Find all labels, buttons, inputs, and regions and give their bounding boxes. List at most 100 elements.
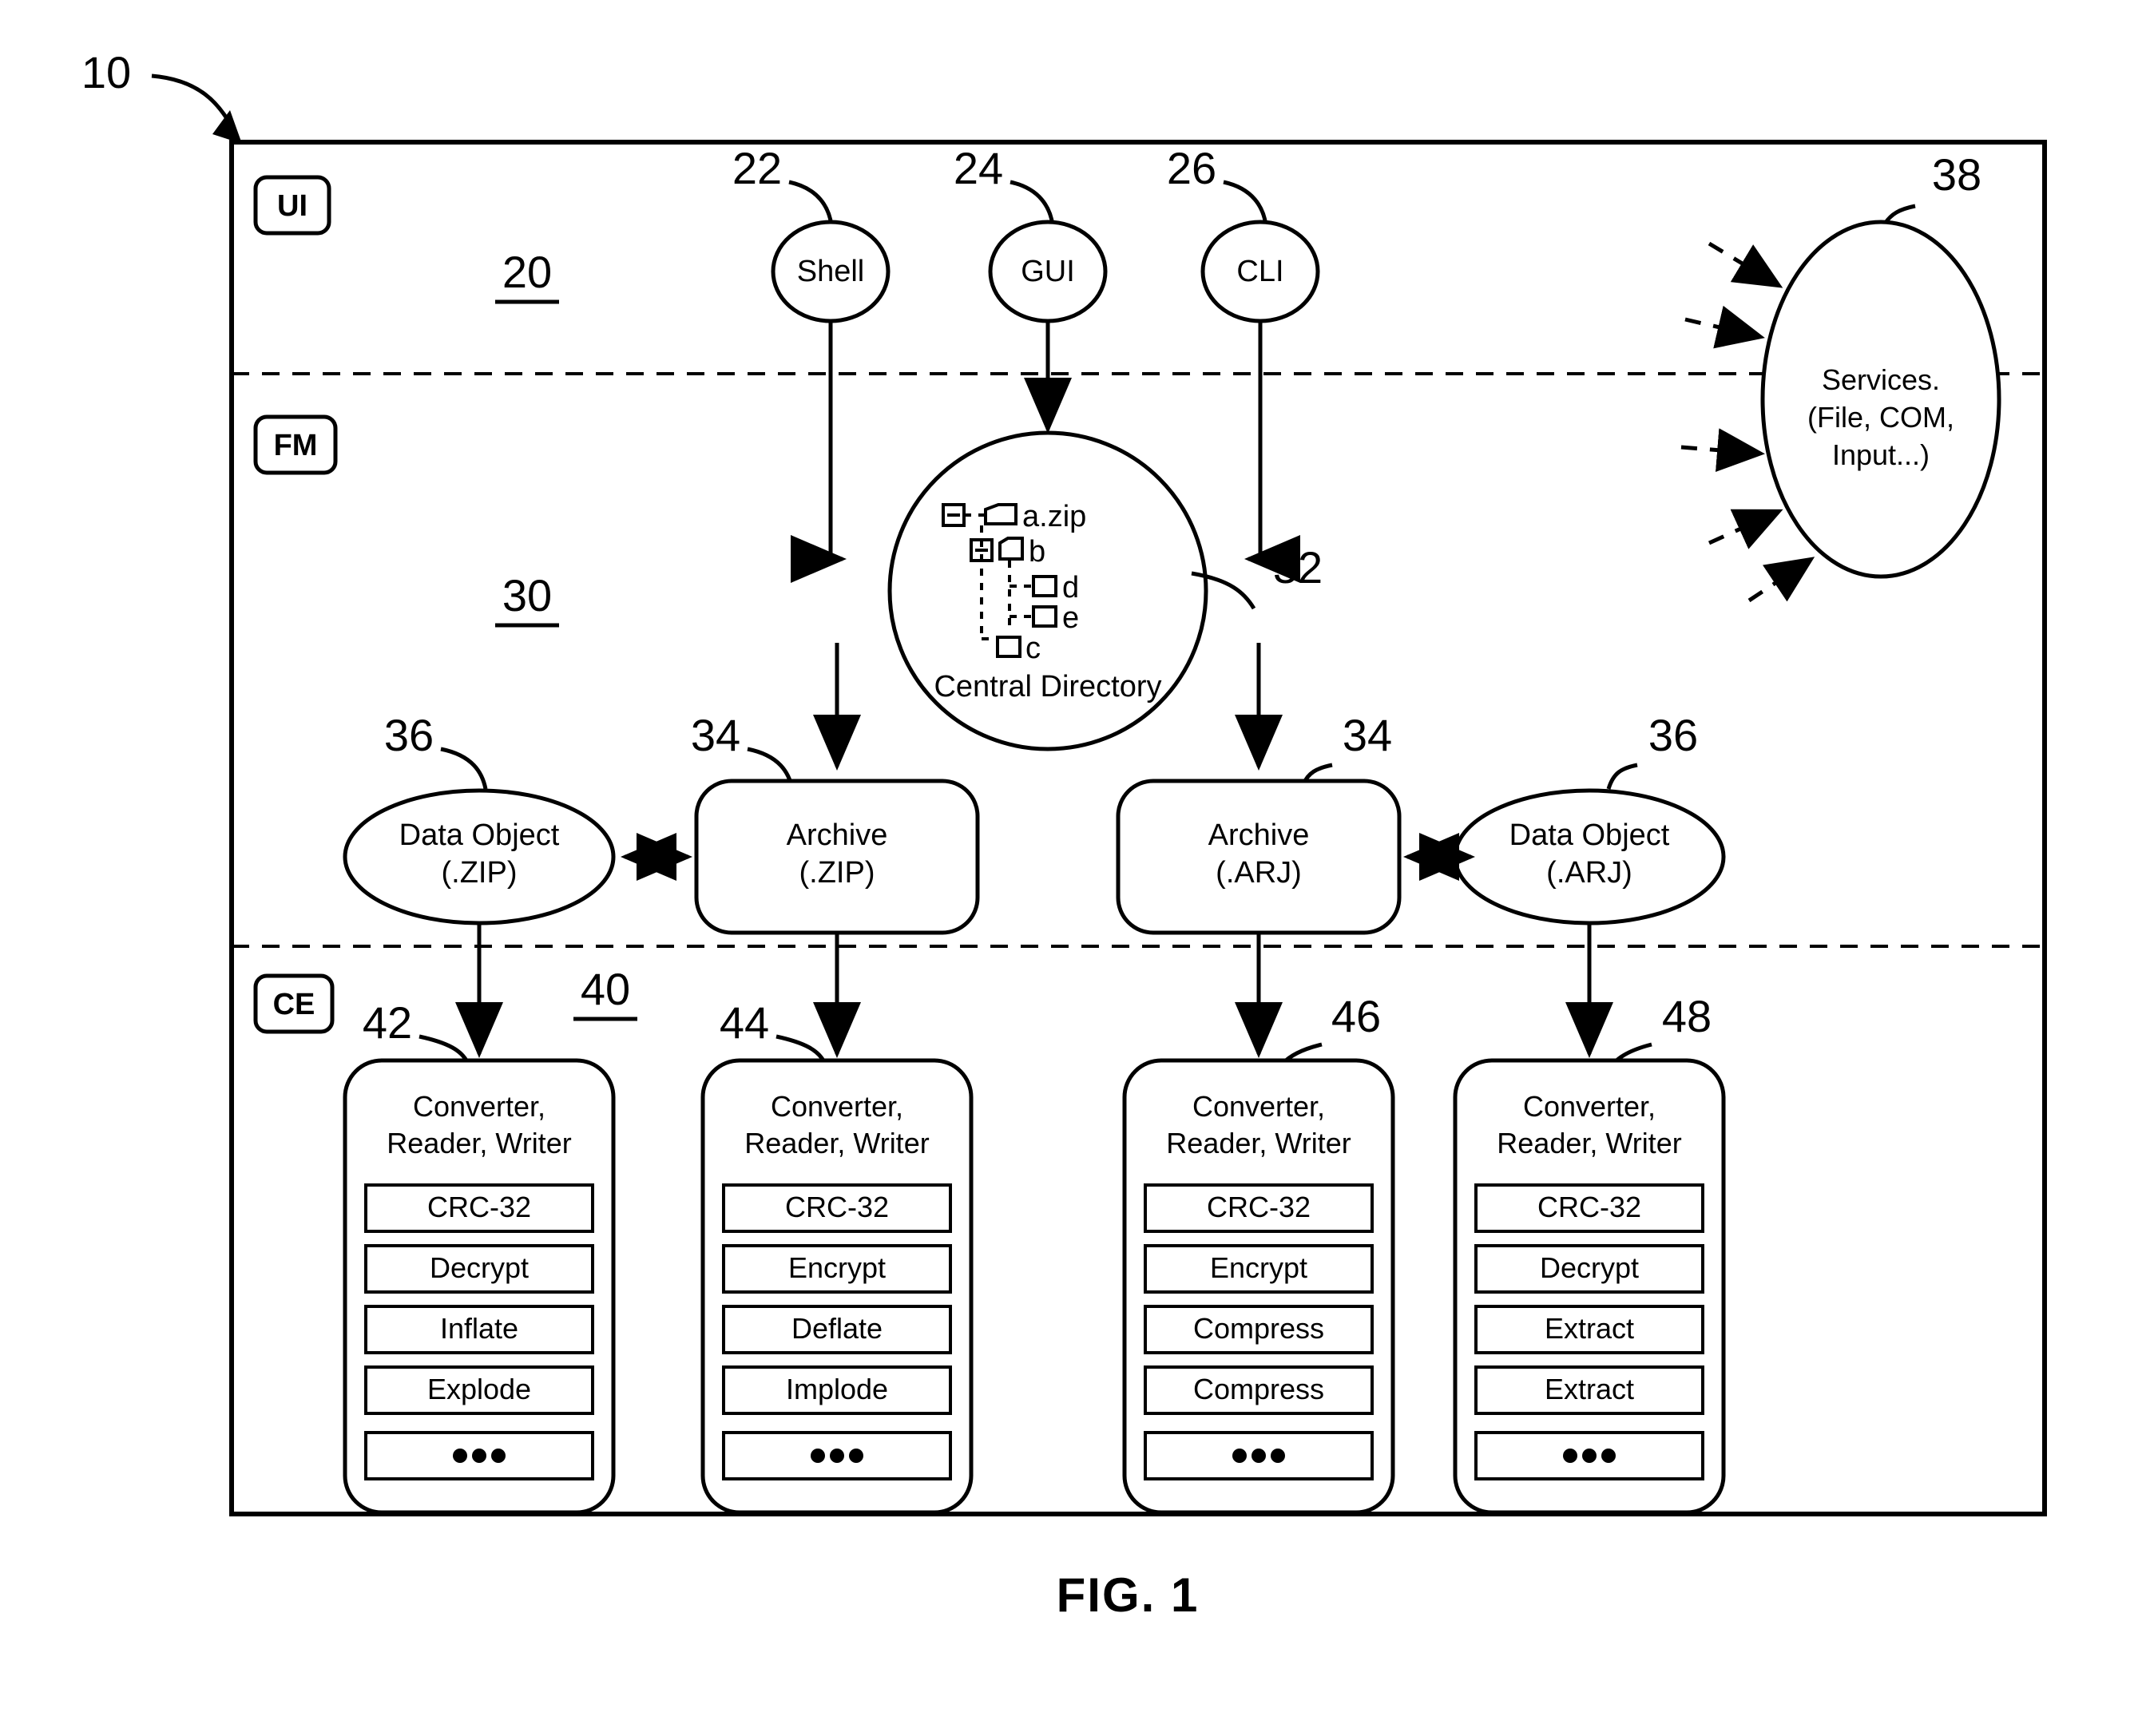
fm-node-archive-arj-line1: Archive (1208, 818, 1310, 852)
converter-box-42-title-line1: Converter, (413, 1090, 545, 1123)
converter-box-46-ref: 46 (1331, 991, 1381, 1041)
central-directory-reference: 32 (1191, 542, 1323, 610)
flow-cli-to-central-directory (1244, 321, 1300, 583)
fm-node-archive-zip-line2: (.ZIP) (799, 856, 875, 890)
converter-box-48[interactable]: 48 Converter, Reader, Writer CRC-32 Decr… (1453, 991, 1726, 1515)
converter-box-48-ref: 48 (1662, 991, 1712, 1041)
tree-label-b: b (1029, 535, 1045, 569)
services-node[interactable]: 38 Services. (File, COM, Input...) (1760, 149, 2001, 579)
converter-box-44-leader (776, 1034, 827, 1064)
converter-box-42-item-0: CRC-32 (427, 1191, 531, 1223)
converter-box-48-item-0: CRC-32 (1537, 1191, 1641, 1223)
fm-node-archive-arj-ref: 34 (1343, 710, 1392, 760)
converter-box-46-item-2: Compress (1193, 1312, 1324, 1345)
ui-node-cli[interactable]: 26 CLI (1167, 143, 1320, 323)
converter-box-42-ref: 42 (363, 997, 412, 1048)
tree-label-d: d (1062, 571, 1079, 604)
converter-box-46[interactable]: 46 Converter, Reader, Writer CRC-32 Encr… (1122, 991, 1395, 1515)
converter-box-42-leader (418, 1034, 470, 1064)
converter-box-42-item-1: Decrypt (430, 1251, 529, 1284)
fm-node-data-object-arj-line1: Data Object (1509, 818, 1670, 852)
converter-box-46-item-1: Encrypt (1210, 1251, 1307, 1284)
ui-node-gui-label: GUI (1021, 255, 1075, 288)
tree-label-e: e (1062, 601, 1079, 635)
ui-node-cli-leader (1223, 180, 1268, 226)
fm-node-data-object-arj[interactable]: 36 Data Object (.ARJ) (1453, 710, 1726, 925)
ui-node-cli-label: CLI (1236, 255, 1283, 288)
fm-node-data-object-arj-leader (1606, 763, 1638, 790)
converter-box-48-item-1: Decrypt (1540, 1251, 1639, 1284)
ui-node-gui-ref: 24 (954, 143, 1003, 193)
tree-label-c: c (1025, 632, 1041, 665)
converter-box-46-title-line1: Converter, (1192, 1090, 1325, 1123)
fm-node-data-object-zip-line2: (.ZIP) (442, 856, 518, 890)
converter-box-46-title-line2: Reader, Writer (1166, 1127, 1351, 1159)
converter-box-42-item-2: Inflate (440, 1312, 518, 1345)
fm-node-data-object-zip-leader (440, 747, 488, 790)
figure-caption: FIG. 1 (1057, 1568, 1200, 1622)
central-directory-caption: Central Directory (934, 670, 1161, 704)
ui-node-cli-ref: 26 (1167, 143, 1216, 193)
ui-node-shell-label: Shell (797, 255, 865, 288)
ui-node-shell-leader (788, 180, 834, 226)
ui-node-gui-leader (1010, 180, 1055, 226)
layer-tag-ui: UI (253, 175, 331, 236)
layer-tag-ui-label: UI (277, 189, 307, 223)
fm-node-data-object-zip-ref: 36 (384, 710, 434, 760)
services-label-line2: (File, COM, (1807, 401, 1954, 434)
central-directory-node[interactable]: a.zip b d e c Central Directory (887, 430, 1208, 751)
ui-node-shell[interactable]: 22 Shell (732, 143, 891, 323)
converter-box-46-item-0: CRC-32 (1207, 1191, 1311, 1223)
converter-box-42[interactable]: 42 Converter, Reader, Writer CRC-32 Decr… (343, 997, 616, 1515)
services-ellipse[interactable] (1760, 220, 2001, 579)
fm-node-archive-arj-line2: (.ARJ) (1216, 856, 1302, 890)
flow-shell-to-central-directory (791, 321, 847, 583)
converter-box-44[interactable]: 44 Converter, Reader, Writer CRC-32 Encr… (700, 997, 974, 1515)
converter-box-48-item-2: Extract (1545, 1312, 1634, 1345)
converter-box-44-item-1: Encrypt (788, 1251, 886, 1284)
system-ref-number: 10 (81, 47, 131, 97)
fm-node-data-object-arj-line2: (.ARJ) (1546, 856, 1632, 890)
layer-tag-ce: CE (253, 973, 335, 1034)
services-label-line3: Input...) (1832, 438, 1930, 471)
system-lead-arrowhead (212, 110, 242, 144)
layer-ref-30: 30 (502, 570, 552, 620)
system-lead-line (151, 73, 236, 131)
fm-node-data-object-zip[interactable]: 36 Data Object (.ZIP) (343, 710, 616, 925)
converter-box-48-title-line2: Reader, Writer (1497, 1127, 1681, 1159)
converter-box-48-item-3: Extract (1545, 1373, 1634, 1405)
system-reference-callout: 10 (81, 47, 242, 144)
converter-box-42-title-line2: Reader, Writer (387, 1127, 571, 1159)
converter-box-44-item-3: Implode (786, 1373, 888, 1405)
fm-node-archive-zip-line1: Archive (787, 818, 888, 852)
converter-box-44-title-line2: Reader, Writer (744, 1127, 929, 1159)
fm-node-archive-zip-ref: 34 (691, 710, 740, 760)
converter-box-46-item-3: Compress (1193, 1373, 1324, 1405)
services-ref: 38 (1932, 149, 1981, 200)
converter-box-44-ref: 44 (720, 997, 769, 1048)
converter-box-44-item-0: CRC-32 (785, 1191, 889, 1223)
services-arrow-2 (1684, 305, 1765, 349)
layer-tag-fm: FM (253, 414, 338, 475)
services-arrow-5 (1747, 557, 1815, 603)
converter-box-48-item-4-ellipsis-icon (1563, 1449, 1616, 1463)
converter-box-44-title-line1: Converter, (771, 1090, 903, 1123)
patent-figure: 10 UI 20 FM 30 CE 40 22 Shell 24 GUI 26 … (0, 0, 2150, 1736)
ui-node-gui[interactable]: 24 GUI (954, 143, 1108, 323)
converter-box-44-item-4-ellipsis-icon (811, 1449, 863, 1463)
tree-label-a-zip: a.zip (1022, 500, 1086, 533)
services-arrow-1 (1708, 241, 1783, 288)
converter-box-42-item-3: Explode (427, 1373, 531, 1405)
fm-node-data-object-arj-ref: 36 (1648, 710, 1698, 760)
fm-node-archive-zip[interactable]: 34 Archive (.ZIP) (691, 710, 980, 935)
converter-box-48-title-line1: Converter, (1523, 1090, 1656, 1123)
layer-ref-40: 40 (581, 964, 630, 1014)
converter-box-42-item-4-ellipsis-icon (453, 1449, 506, 1463)
converter-box-44-item-2: Deflate (791, 1312, 883, 1345)
fm-node-data-object-zip-line1: Data Object (399, 818, 560, 852)
central-directory-ref: 32 (1273, 542, 1323, 593)
services-arrow-4 (1708, 509, 1783, 549)
services-label-line1: Services. (1822, 363, 1940, 396)
ui-node-shell-ref: 22 (732, 143, 782, 193)
services-arrow-3 (1680, 428, 1765, 473)
